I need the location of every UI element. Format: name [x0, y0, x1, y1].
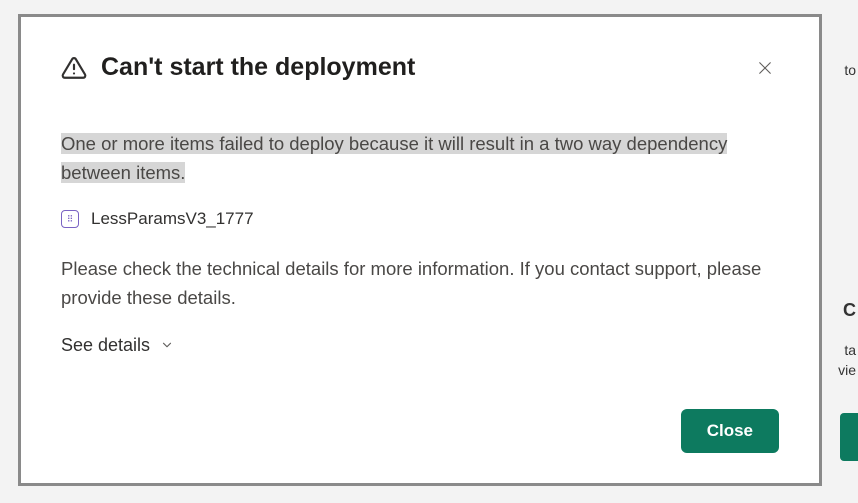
error-message-highlighted: One or more items failed to deploy becau…: [61, 133, 727, 183]
dialog-title-group: Can't start the deployment: [61, 53, 415, 82]
support-instructions: Please check the technical details for m…: [61, 255, 779, 312]
see-details-label: See details: [61, 335, 150, 356]
close-button[interactable]: Close: [681, 409, 779, 453]
close-icon: [756, 59, 774, 77]
bg-fragment: vie: [836, 360, 858, 380]
dialog-footer: Close: [61, 409, 779, 453]
dialog-header: Can't start the deployment: [61, 53, 779, 82]
chevron-down-icon: [160, 338, 174, 352]
deployment-error-dialog: Can't start the deployment One or more i…: [18, 14, 822, 486]
bg-fragment: ta: [842, 340, 858, 360]
dataset-icon: ⠿: [61, 210, 79, 228]
bg-fragment: to: [842, 60, 858, 80]
warning-icon: [61, 55, 87, 81]
error-message: One or more items failed to deploy becau…: [61, 130, 779, 187]
close-x-button[interactable]: [751, 54, 779, 82]
bg-button-fragment: [840, 413, 858, 461]
dialog-title: Can't start the deployment: [101, 53, 415, 82]
see-details-toggle[interactable]: See details: [61, 335, 779, 356]
failed-item-row: ⠿ LessParamsV3_1777: [61, 209, 779, 229]
failed-item-name: LessParamsV3_1777: [91, 209, 254, 229]
bg-fragment: C: [841, 298, 858, 323]
